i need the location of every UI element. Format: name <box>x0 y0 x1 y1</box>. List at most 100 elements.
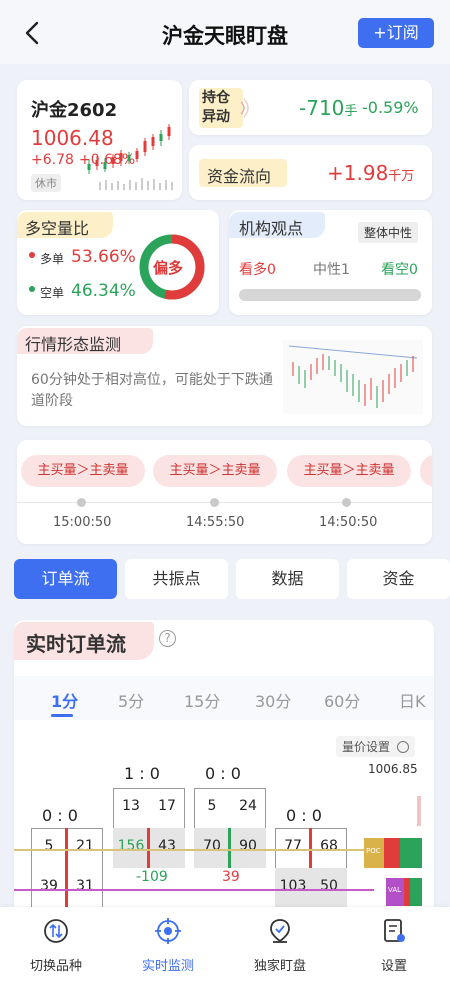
signal-timeline-card[interactable]: 主买量＞主卖量 主买量＞主卖量 主买量＞主卖量 15:00:50 14:55:5… <box>17 440 432 544</box>
period-1min[interactable]: 1分 <box>51 688 78 712</box>
bar3-row1-buy: 50 <box>320 878 338 894</box>
bar0-row1-sell: 39 <box>40 878 58 894</box>
timeline-chip-0[interactable]: 主买量＞主卖量 <box>21 455 145 487</box>
bull-count: 看多0 <box>239 262 276 278</box>
tab-data[interactable]: 数据 <box>236 559 339 599</box>
settings-circle-icon <box>396 741 409 753</box>
position-change-card[interactable]: 持仓 异动 -710手 -0.59% <box>189 80 432 135</box>
neutral-count: 中性1 <box>313 262 350 278</box>
nav-label: 切换品种 <box>29 959 82 974</box>
price-settings-button[interactable]: 量价设置 <box>336 736 415 757</box>
long-label: 多单 <box>40 252 65 266</box>
question-circle-icon[interactable]: ? <box>159 630 176 647</box>
subscribe-button[interactable]: +订阅 <box>358 18 434 48</box>
swap-icon <box>44 919 68 943</box>
mini-kline-chart <box>87 124 173 190</box>
settings-doc-icon <box>384 919 405 942</box>
order-flow-title: 实时订单流 <box>26 632 126 656</box>
target-icon <box>155 918 181 944</box>
bar3-row0-sell: 77 <box>284 838 302 854</box>
section-tabs: 订单流 共振点 数据 资金 <box>14 559 450 599</box>
period-selector: 1分 5分 15分 30分 60分 日K <box>14 676 434 720</box>
tab-resonance[interactable]: 共振点 <box>125 559 228 599</box>
pattern-label: 行情形态监测 <box>25 335 122 354</box>
fund-flow-label: 资金流向 <box>207 167 272 186</box>
timeline-time-1: 14:55:50 <box>186 515 245 530</box>
timeline-dot <box>210 498 219 507</box>
timeline-chip-partial[interactable] <box>420 455 432 487</box>
nav-exclusive-watch[interactable]: 独家盯盘 <box>224 917 336 974</box>
bar-ratio-0: 0 : 0 <box>42 806 78 825</box>
long-short-label: 多空量比 <box>25 219 90 238</box>
signal-wave-icon <box>240 98 249 118</box>
period-active-indicator <box>51 714 73 717</box>
bar1-row0-buy: 17 <box>158 798 176 814</box>
delta-positive: 39 <box>222 869 240 885</box>
bar2-row0-buy: 24 <box>239 798 257 814</box>
bottom-nav: 切换品种 实时监测 独家盯盘 设置 <box>0 907 450 998</box>
short-label: 空单 <box>40 286 65 300</box>
nav-label: 实时监测 <box>141 959 194 974</box>
tab-funds[interactable]: 资金 <box>347 559 450 599</box>
bar2-row1-sell: 70 <box>203 838 221 854</box>
val-label: VAL <box>388 886 402 894</box>
bar1-row1-sell: 156 <box>117 838 145 854</box>
bar0-row1-buy: 31 <box>76 878 94 894</box>
timeline-chip-1[interactable]: 主买量＞主卖量 <box>153 455 277 487</box>
bar2-row0-sell: 5 <box>207 798 217 814</box>
period-15min[interactable]: 15分 <box>184 688 220 712</box>
timeline-chip-2[interactable]: 主买量＞主卖量 <box>287 455 411 487</box>
nav-settings[interactable]: 设置 <box>338 917 450 974</box>
profile-val-buy <box>410 878 422 906</box>
bear-count: 看空0 <box>381 262 418 278</box>
period-daily[interactable]: 日K <box>399 688 426 712</box>
timeline-list: 主买量＞主卖量 主买量＞主卖量 主买量＞主卖量 15:00:50 14:55:5… <box>17 440 432 544</box>
profile-buy-bar <box>400 838 422 868</box>
period-30min[interactable]: 30分 <box>255 688 291 712</box>
fund-flow-card[interactable]: 资金流向 +1.98千万 <box>189 145 432 200</box>
symbol-name: 沪金2602 <box>31 100 118 121</box>
short-dot <box>29 286 35 292</box>
timeline-time-2: 14:50:50 <box>319 515 378 530</box>
position-pct: -0.59% <box>362 98 419 117</box>
timeline-time-0: 15:00:50 <box>53 515 112 530</box>
bar2-row1-buy: 90 <box>239 838 257 854</box>
bar-ratio-3: 0 : 0 <box>286 806 322 825</box>
timeline-dot <box>342 498 351 507</box>
bar3-row1-sell: 103 <box>279 878 307 894</box>
nav-switch-symbol[interactable]: 切换品种 <box>0 917 112 974</box>
institution-label: 机构观点 <box>239 219 304 238</box>
period-60min[interactable]: 60分 <box>324 688 360 712</box>
pattern-description: 60分钟处于相对高位，可能处于下跌通道阶段 <box>31 372 273 409</box>
fund-flow-value: +1.98千万 <box>327 161 415 185</box>
institution-ratio-bar <box>239 289 421 301</box>
profile-sell-bar <box>384 838 400 868</box>
order-flow-card: 实时订单流 ? 1分 5分 15分 30分 60分 日K 量价设置 1006.8… <box>14 620 434 920</box>
bar0-row0-sell: 5 <box>44 838 54 854</box>
bar1-row0-sell: 13 <box>122 798 140 814</box>
market-status-badge: 休市 <box>31 174 61 192</box>
val-line <box>14 889 374 891</box>
overall-view-badge: 整体中性 <box>358 222 419 243</box>
nav-label: 设置 <box>380 959 407 974</box>
long-dot <box>29 252 35 258</box>
position-value: -710手 <box>299 96 358 120</box>
bar1-row1-buy: 43 <box>158 838 176 854</box>
long-pct: 53.66% <box>71 247 136 267</box>
pattern-kline-thumbnail <box>283 340 423 414</box>
delta-negative: -109 <box>136 869 168 885</box>
long-short-card[interactable]: 多空量比 多单 53.66% 空单 46.34% 偏多 <box>17 210 219 315</box>
bar0-row0-buy: 21 <box>76 838 94 854</box>
location-icon <box>270 919 290 943</box>
poc-line <box>14 849 374 851</box>
nav-label: 独家盯盘 <box>253 959 306 974</box>
bar3-row0-buy: 68 <box>320 838 338 854</box>
tab-order-flow[interactable]: 订单流 <box>14 559 117 599</box>
institution-card[interactable]: 机构观点 整体中性 看多0 中性1 看空0 <box>229 210 432 315</box>
pattern-monitor-card[interactable]: 行情形态监测 60分钟处于相对高位，可能处于下跌通道阶段 <box>17 326 432 426</box>
quote-card[interactable]: 沪金2602 1006.48 +6.78 +0.68% 休市 <box>17 80 182 200</box>
bar-ratio-1: 1 : 0 <box>124 764 160 783</box>
period-5min[interactable]: 5分 <box>118 688 144 712</box>
nav-realtime-monitor[interactable]: 实时监测 <box>112 917 224 974</box>
price-change: +6.78 <box>31 152 74 168</box>
